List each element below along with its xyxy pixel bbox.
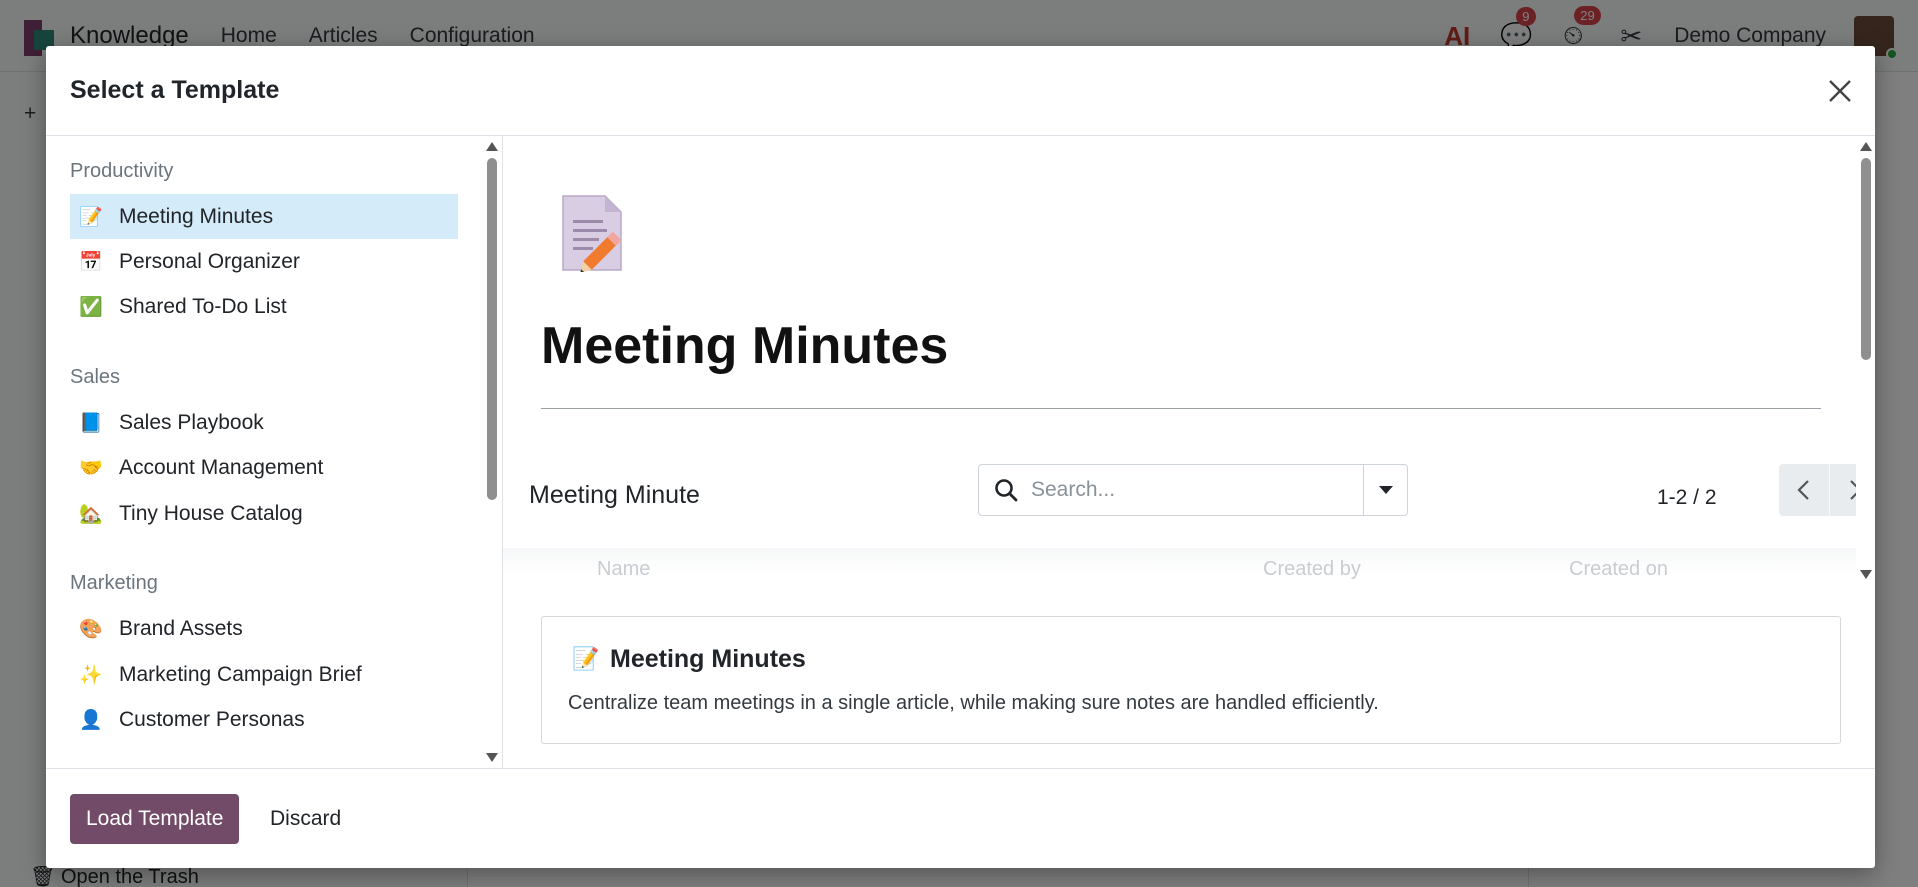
preview-scrollbar[interactable] (1856, 136, 1875, 768)
chevron-right-icon (1849, 480, 1856, 500)
scroll-up-arrow-icon[interactable] (486, 142, 498, 151)
title-divider (541, 408, 1821, 409)
blue-book-icon: 📘 (79, 412, 103, 434)
template-meeting-minutes[interactable]: 📝 Meeting Minutes (70, 194, 458, 239)
card-title: Meeting Minutes (610, 645, 806, 673)
scroll-down-arrow-icon[interactable] (1859, 570, 1872, 579)
search-input[interactable] (1031, 478, 1351, 502)
column-created-by-header: Created by (1263, 558, 1361, 580)
card-description: Centralize team meetings in a single art… (568, 692, 1379, 714)
column-created-on-header: Created on (1569, 558, 1668, 580)
template-list: Productivity 📝 Meeting Minutes 📅 Persona… (46, 136, 502, 768)
search-bar (978, 464, 1408, 516)
palette-icon: 🎨 (79, 618, 103, 640)
template-label: Meeting Minutes (119, 204, 274, 228)
template-label: Brand Assets (119, 616, 243, 640)
template-label: Shared To-Do List (119, 294, 287, 318)
template-label: Account Management (119, 455, 324, 479)
template-customer-personas[interactable]: 👤 Customer Personas (70, 697, 458, 742)
house-icon: 🏡 (79, 503, 103, 525)
template-brand-assets[interactable]: 🎨 Brand Assets (70, 606, 458, 651)
scrollbar-thumb[interactable] (1860, 158, 1871, 360)
group-productivity: Productivity (70, 160, 174, 182)
chevron-left-icon (1797, 480, 1809, 500)
pager-next-button[interactable] (1829, 464, 1856, 516)
check-mark-icon: ✅ (79, 296, 103, 318)
discard-button[interactable]: Discard (254, 794, 357, 844)
template-account-management[interactable]: 🤝 Account Management (70, 445, 458, 490)
select-template-dialog: Select a Template Productivity 📝 Meeting… (46, 46, 1875, 868)
dialog-footer: Load Template Discard (46, 768, 1875, 868)
search-options-toggle[interactable] (1363, 465, 1407, 515)
close-icon (1829, 80, 1851, 102)
embedded-view-title: Meeting Minute (529, 481, 700, 509)
scrollbar-thumb[interactable] (487, 158, 497, 500)
dialog-header: Select a Template (46, 46, 1875, 136)
pager-value[interactable]: 1-2 / 2 (1657, 486, 1717, 510)
group-sales: Sales (70, 366, 121, 388)
template-shared-todo-list[interactable]: ✅ Shared To-Do List (70, 284, 458, 329)
template-label: Sales Playbook (119, 410, 264, 434)
group-marketing: Marketing (70, 572, 158, 594)
memo-icon: 📝 (572, 647, 600, 672)
caret-down-icon (1378, 486, 1393, 494)
dialog-body: Productivity 📝 Meeting Minutes 📅 Persona… (46, 136, 1875, 768)
template-sales-playbook[interactable]: 📘 Sales Playbook (70, 400, 458, 445)
template-preview: Meeting Minutes Meeting Minute 1-2 / 2 (502, 136, 1856, 768)
calendar-icon: 📅 (79, 251, 103, 273)
dialog-title: Select a Template (70, 76, 280, 104)
template-list-scrollbar[interactable] (482, 136, 502, 768)
sparkles-icon: ✨ (79, 664, 103, 686)
template-description-card: 📝 Meeting Minutes Centralize team meetin… (541, 616, 1841, 744)
template-personal-organizer[interactable]: 📅 Personal Organizer (70, 239, 458, 284)
template-label: Marketing Campaign Brief (119, 662, 362, 686)
pager-previous-button[interactable] (1779, 464, 1829, 516)
person-silhouette-icon: 👤 (79, 709, 103, 731)
memo-pencil-icon (562, 195, 622, 272)
template-label: Tiny House Catalog (119, 501, 303, 525)
template-marketing-campaign-brief[interactable]: ✨ Marketing Campaign Brief (70, 652, 458, 697)
column-name-header: Name (597, 558, 651, 580)
close-button[interactable] (1823, 74, 1857, 108)
search-icon (995, 479, 1018, 502)
template-tiny-house-catalog[interactable]: 🏡 Tiny House Catalog (70, 491, 458, 536)
template-label: Personal Organizer (119, 249, 300, 273)
scroll-up-arrow-icon[interactable] (1859, 142, 1872, 151)
scroll-down-arrow-icon[interactable] (486, 753, 498, 762)
template-label: Customer Personas (119, 707, 305, 731)
load-template-button[interactable]: Load Template (70, 794, 240, 844)
article-title: Meeting Minutes (541, 317, 949, 375)
memo-icon: 📝 (79, 206, 103, 228)
handshake-icon: 🤝 (79, 457, 103, 479)
